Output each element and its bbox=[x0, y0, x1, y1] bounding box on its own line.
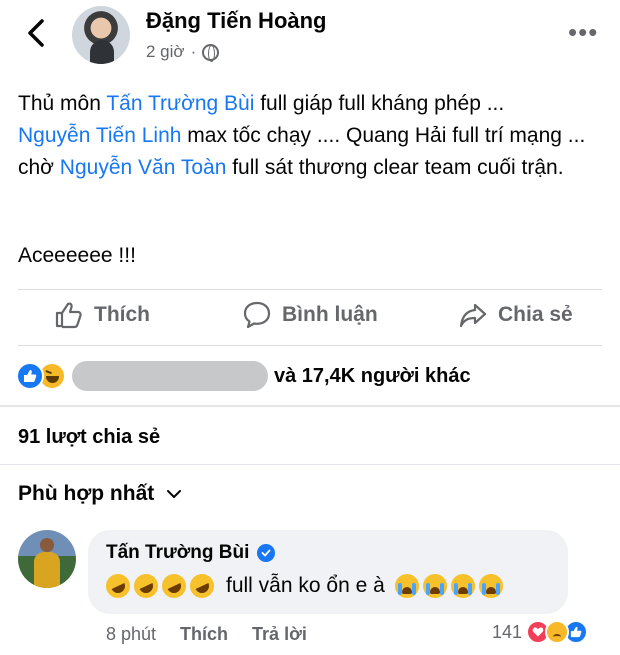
thumbs-up-icon bbox=[55, 302, 82, 329]
post-time[interactable]: 2 giờ bbox=[146, 42, 185, 62]
sob-emoji-icon bbox=[422, 574, 447, 598]
share-label: Chia sẻ bbox=[498, 303, 573, 326]
like-reaction-icon bbox=[16, 362, 44, 390]
reaction-count: và 17,4K người khác bbox=[274, 364, 471, 387]
post-text-part: Thủ môn bbox=[18, 92, 107, 115]
comment-icon bbox=[243, 301, 271, 329]
sort-label: Phù hợp nhất bbox=[18, 482, 155, 505]
commenter-name-row: Tấn Trường Bùi bbox=[106, 542, 276, 564]
comment-label: Bình luận bbox=[282, 303, 378, 326]
comment-footer: 8 phút Thích Trả lời bbox=[106, 624, 307, 645]
reactions-summary[interactable]: và 17,4K người khác bbox=[16, 358, 471, 394]
post-meta: 2 giờ · bbox=[146, 42, 220, 62]
sad-reaction-icon bbox=[545, 620, 570, 644]
verified-badge-icon bbox=[257, 544, 276, 562]
like-button[interactable]: Thích bbox=[54, 300, 150, 330]
sob-emoji-icon bbox=[450, 574, 475, 598]
comment-reactions[interactable]: 141 bbox=[492, 620, 589, 644]
post-text-extra: Aceeeeee !!! bbox=[18, 244, 136, 267]
comment-message: full vẫn ko ổn e à bbox=[226, 574, 385, 597]
comment-reaction-count: 141 bbox=[492, 621, 523, 642]
globe-icon bbox=[202, 43, 220, 62]
share-icon bbox=[459, 303, 487, 328]
post-actions: Thích Bình luận Chia sẻ bbox=[0, 290, 620, 342]
rofl-emoji-icon bbox=[186, 570, 218, 602]
blurred-reactor-names bbox=[72, 361, 268, 391]
section-divider bbox=[0, 405, 620, 407]
commenter-avatar[interactable] bbox=[18, 530, 76, 588]
comment-reply-button[interactable]: Trả lời bbox=[252, 624, 307, 645]
meta-separator: · bbox=[190, 42, 197, 61]
shares-count[interactable]: 91 lượt chia sẻ bbox=[18, 426, 160, 449]
mention-nguyen-tien-linh[interactable]: Nguyễn Tiến Linh bbox=[18, 124, 181, 147]
post-body: Thủ môn Tấn Trường Bùi full giáp full kh… bbox=[18, 88, 608, 184]
mention-nguyen-van-toan[interactable]: Nguyễn Văn Toàn bbox=[60, 156, 227, 179]
post-text-part: full giáp full kháng phép ... bbox=[254, 92, 505, 115]
divider bbox=[0, 464, 620, 465]
more-options-button[interactable]: ••• bbox=[568, 19, 598, 45]
rofl-emoji-icon bbox=[158, 570, 190, 602]
comment-text: full vẫn ko ổn e à bbox=[102, 570, 503, 602]
rofl-emoji-icon bbox=[130, 570, 162, 602]
sob-emoji-icon bbox=[478, 574, 503, 598]
comment-bubble: Tấn Trường Bùi full vẫn ko ổn e à bbox=[88, 530, 568, 614]
post-text-part: full sát thương clear team cuối trận. bbox=[226, 156, 564, 179]
comment-sort-dropdown[interactable]: Phù hợp nhất bbox=[18, 482, 182, 506]
post-header: Đặng Tiến Hoàng 2 giờ · ••• bbox=[0, 0, 620, 72]
comment-time: 8 phút bbox=[106, 624, 157, 644]
author-avatar[interactable] bbox=[72, 6, 130, 64]
like-label: Thích bbox=[94, 303, 150, 326]
mention-tan-truong-bui[interactable]: Tấn Trường Bùi bbox=[106, 92, 254, 115]
chevron-down-icon bbox=[167, 490, 182, 498]
comment-like-button[interactable]: Thích bbox=[180, 624, 228, 645]
commenter-name[interactable]: Tấn Trường Bùi bbox=[106, 542, 249, 564]
sob-emoji-icon bbox=[394, 574, 419, 598]
rofl-emoji-icon bbox=[102, 570, 134, 602]
share-button[interactable]: Chia sẻ bbox=[458, 300, 573, 330]
chevron-left-icon bbox=[28, 19, 44, 47]
author-name[interactable]: Đặng Tiến Hoàng bbox=[146, 8, 327, 34]
comment-button[interactable]: Bình luận bbox=[242, 300, 378, 330]
back-button[interactable] bbox=[22, 16, 50, 50]
divider bbox=[18, 345, 602, 346]
